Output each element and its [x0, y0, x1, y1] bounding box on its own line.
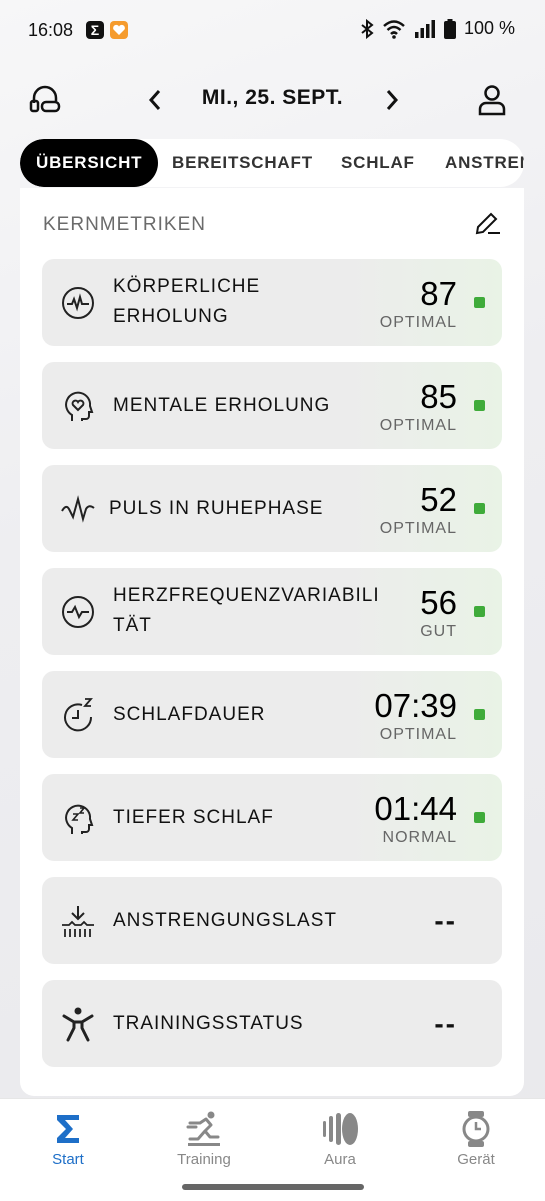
chevron-left-icon: [148, 90, 161, 110]
metric-status: GUT: [420, 623, 457, 640]
edit-metrics-button[interactable]: [470, 206, 504, 240]
nav-device[interactable]: Gerät: [426, 1109, 526, 1171]
metric-label: TRAININGSSTATUS: [113, 1013, 304, 1034]
signal-icon: [414, 19, 435, 38]
head-heart-icon: [65, 391, 94, 421]
metric-label: ANSTRENGUNGSLAST: [113, 910, 337, 931]
metric-sleep-duration[interactable]: SCHLAFDAUER 07:39 OPTIMAL: [42, 671, 502, 758]
headset-device-icon[interactable]: [25, 80, 65, 120]
nav-start[interactable]: Start: [18, 1109, 118, 1171]
sigma-icon: [57, 1115, 79, 1143]
metric-value: 87: [420, 275, 457, 312]
metric-value: --: [434, 1008, 457, 1039]
nav-label: Gerät: [457, 1151, 495, 1168]
previous-day-button[interactable]: [135, 80, 175, 120]
home-indicator[interactable]: [182, 1184, 364, 1190]
nav-label: Start: [52, 1151, 84, 1168]
pulse-circle-icon: [62, 287, 94, 319]
sleep-clock-icon: [64, 698, 93, 732]
top-bar: MI., 25. SEPT.: [0, 80, 545, 120]
nav-aura[interactable]: Aura: [290, 1109, 390, 1171]
status-indicator: [474, 812, 485, 823]
metric-label: SCHLAFDAUER: [113, 704, 266, 725]
status-indicator: [474, 503, 485, 514]
status-icons: 100 %: [360, 18, 515, 39]
metric-resting-heart-rate[interactable]: PULS IN RUHEPHASE 52 OPTIMAL: [42, 465, 502, 552]
strain-load-icon: [62, 906, 94, 937]
training-figure-icon: [62, 1007, 94, 1042]
status-time: 16:08: [28, 20, 74, 40]
metric-label: MENTALE ERHOLUNG: [113, 395, 331, 416]
status-bar: 16:08 Σ 100 %: [0, 0, 545, 60]
nav-label: Aura: [324, 1151, 356, 1168]
metric-hrv[interactable]: HERZFREQUENZVARIABILI TÄT 56 GUT: [42, 568, 502, 655]
metric-label-line2: TÄT: [113, 615, 152, 636]
chevron-right-icon: [386, 90, 399, 110]
tab-sleep[interactable]: SCHLAF: [341, 139, 415, 187]
metric-label: TIEFER SCHLAF: [113, 807, 274, 828]
watch-icon: [462, 1111, 490, 1147]
heart-app-icon: [110, 21, 128, 39]
profile-button[interactable]: [472, 80, 512, 120]
status-indicator: [474, 606, 485, 617]
metric-label: PULS IN RUHEPHASE: [109, 498, 324, 519]
metric-label-line1: HERZFREQUENZVARIABILI: [113, 585, 380, 606]
metric-value: 56: [420, 584, 457, 621]
metric-status: OPTIMAL: [379, 417, 457, 434]
runner-icon: [186, 1111, 220, 1146]
hrv-circle-icon: [62, 596, 94, 628]
pencil-icon: [475, 212, 500, 235]
tab-bar: ÜBERSICHT BEREITSCHAFT SCHLAF ANSTREN: [20, 139, 524, 187]
nav-training[interactable]: Training: [154, 1109, 254, 1171]
metric-strain-load[interactable]: ANSTRENGUNGSLAST --: [42, 877, 502, 964]
battery-icon: [443, 18, 456, 39]
metric-physical-recovery[interactable]: KÖRPERLICHE ERHOLUNG 87 OPTIMAL: [42, 259, 502, 346]
metric-label: HERZFREQUENZVARIABILI TÄT: [113, 581, 393, 641]
tab-strain[interactable]: ANSTREN: [445, 139, 524, 187]
metric-value: 07:39: [374, 687, 457, 724]
metric-mental-recovery[interactable]: MENTALE ERHOLUNG 85 OPTIMAL: [42, 362, 502, 449]
sigma-app-icon: Σ: [86, 21, 104, 39]
nav-label: Training: [177, 1151, 231, 1168]
aura-icon: [323, 1113, 358, 1145]
metric-value: 01:44: [374, 790, 457, 827]
heartbeat-wave-icon: [61, 495, 95, 523]
battery-level: 100 %: [463, 18, 515, 38]
metric-training-status[interactable]: TRAININGSSTATUS --: [42, 980, 502, 1067]
status-indicator: [474, 297, 485, 308]
tab-overview[interactable]: ÜBERSICHT: [20, 139, 159, 187]
section-title: KERNMETRIKEN: [43, 214, 206, 235]
deep-sleep-head-icon: [65, 804, 94, 834]
wifi-icon: [383, 19, 405, 39]
status-indicator: [474, 709, 485, 720]
metric-label: KÖRPERLICHE ERHOLUNG: [113, 276, 261, 327]
bluetooth-icon: [361, 18, 374, 39]
user-icon: [478, 85, 506, 116]
core-metrics-card: KERNMETRIKEN KÖRPERLICHE ERHOLUNG 87 OPTI…: [20, 188, 524, 1096]
metric-status: OPTIMAL: [379, 314, 457, 331]
metric-deep-sleep[interactable]: TIEFER SCHLAF 01:44 NORMAL: [42, 774, 502, 861]
tab-readiness[interactable]: BEREITSCHAFT: [172, 139, 313, 187]
metric-status: NORMAL: [382, 829, 457, 846]
metric-status: OPTIMAL: [379, 726, 457, 743]
next-day-button[interactable]: [372, 80, 412, 120]
metric-status: OPTIMAL: [379, 520, 457, 537]
metric-value: 85: [420, 378, 457, 415]
current-date[interactable]: MI., 25. SEPT.: [180, 86, 365, 110]
metric-value: --: [434, 905, 457, 936]
metric-value: 52: [420, 481, 457, 518]
status-indicator: [474, 400, 485, 411]
